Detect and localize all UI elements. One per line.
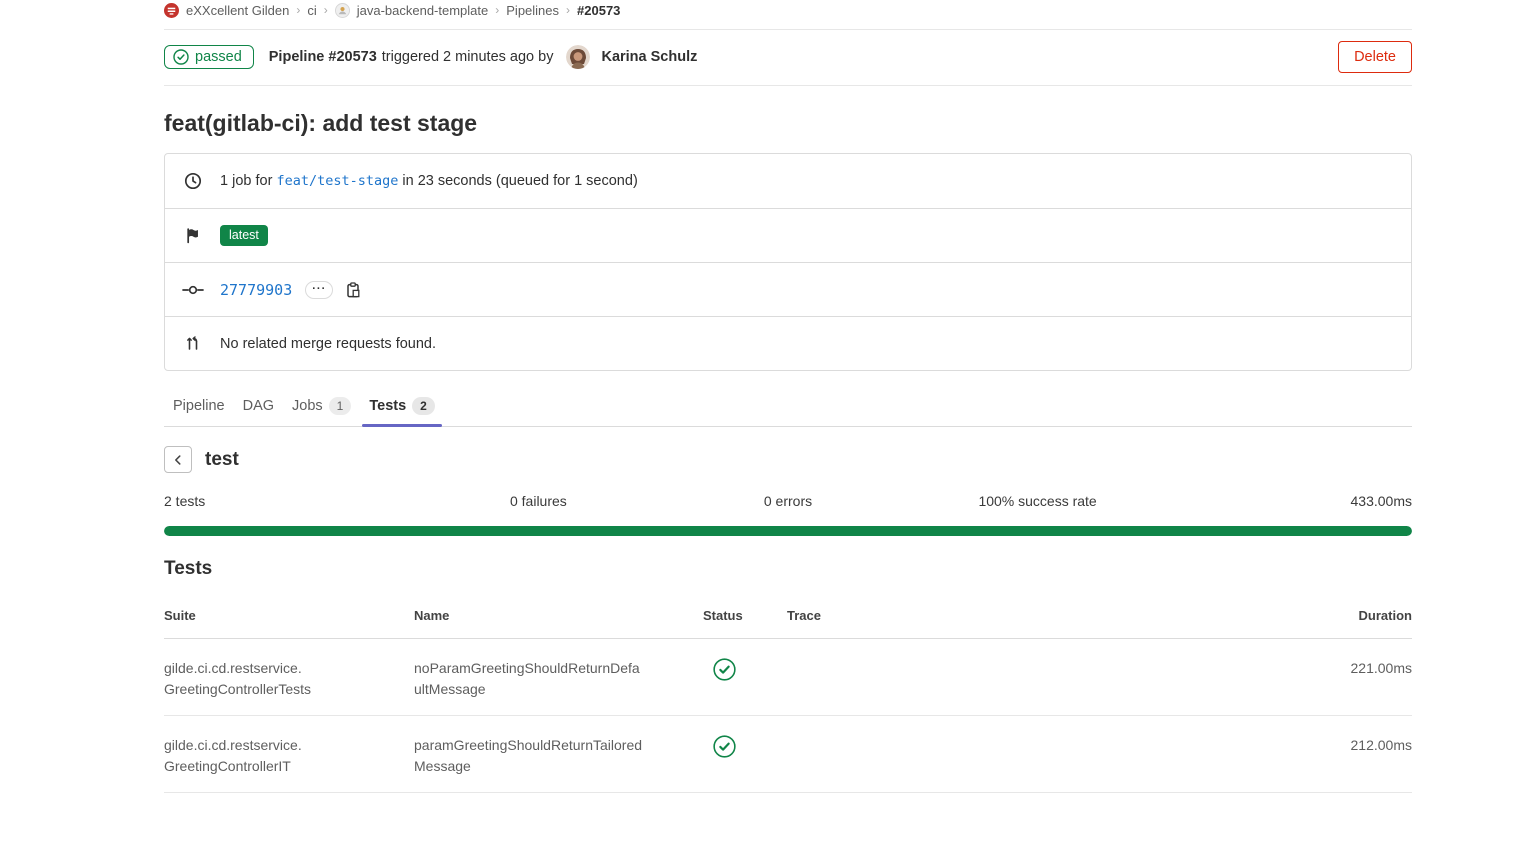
no-merge-requests-text: No related merge requests found. xyxy=(220,336,436,352)
breadcrumb-separator: › xyxy=(495,3,499,17)
group-avatar-icon xyxy=(164,3,179,18)
tests-table-header: Suite Name Status Trace Duration xyxy=(164,580,1412,639)
test-name-cell: paramGreetingShouldReturnTailored Messag… xyxy=(414,735,703,777)
copy-sha-icon[interactable] xyxy=(345,282,361,298)
latest-badge[interactable]: latest xyxy=(220,225,268,246)
tab-tests[interactable]: Tests 2 xyxy=(360,388,444,427)
page-title: feat(gitlab-ci): add test stage xyxy=(164,107,1412,139)
test-summary-stats: 2 tests 0 failures 0 errors 100% success… xyxy=(164,493,1412,509)
test-passed-icon xyxy=(713,735,736,758)
breadcrumb-group[interactable]: eXXcellent Gilden xyxy=(186,3,289,18)
tests-count-badge: 2 xyxy=(412,397,435,415)
flag-icon xyxy=(182,227,204,244)
test-trace-cell xyxy=(787,735,1292,777)
delete-button[interactable]: Delete xyxy=(1338,41,1412,73)
breadcrumb-separator: › xyxy=(566,3,570,17)
author-name[interactable]: Karina Schulz xyxy=(601,49,697,65)
test-suite-cell: gilde.ci.cd.restservice. GreetingControl… xyxy=(164,735,414,777)
tab-dag[interactable]: DAG xyxy=(234,388,283,427)
breadcrumb-pipelines[interactable]: Pipelines xyxy=(506,3,559,18)
tests-table: Suite Name Status Trace Duration gilde.c… xyxy=(164,580,1412,793)
column-name: Name xyxy=(414,608,703,623)
project-avatar-icon xyxy=(335,3,350,18)
breadcrumb-subgroup[interactable]: ci xyxy=(307,3,316,18)
success-progress-bar xyxy=(164,526,1412,536)
column-status: Status xyxy=(703,608,787,623)
job-count-text: 1 job for xyxy=(220,173,272,189)
test-status-cell xyxy=(703,735,787,777)
commit-row: 27779903 ··· xyxy=(165,262,1411,316)
test-name-cell: noParamGreetingShouldReturnDefa ultMessa… xyxy=(414,658,703,700)
pipeline-tabs: Pipeline DAG Jobs 1 Tests 2 xyxy=(164,388,1412,427)
stat-failures: 0 failures xyxy=(414,493,664,509)
chevron-left-icon xyxy=(171,453,185,467)
breadcrumb-separator: › xyxy=(324,3,328,17)
breadcrumb-separator: › xyxy=(296,3,300,17)
commit-sha-link[interactable]: 27779903 xyxy=(220,281,292,299)
merge-requests-row: No related merge requests found. xyxy=(165,316,1411,370)
check-circle-icon xyxy=(173,49,189,65)
clock-icon xyxy=(182,172,204,190)
author-avatar[interactable] xyxy=(566,45,590,69)
triggered-text: triggered 2 minutes ago by xyxy=(382,49,554,65)
test-passed-icon xyxy=(713,658,736,681)
column-duration: Duration xyxy=(1292,608,1412,623)
test-trace-cell xyxy=(787,658,1292,700)
tab-pipeline[interactable]: Pipeline xyxy=(164,388,234,427)
tests-section-heading: Tests xyxy=(164,558,1412,580)
breadcrumb: eXXcellent Gilden › ci › java-backend-te… xyxy=(164,0,1412,18)
test-suite-header: test xyxy=(164,446,1412,473)
breadcrumb-current: #20573 xyxy=(577,3,620,18)
pipeline-status-badge[interactable]: passed xyxy=(164,45,254,69)
suite-title: test xyxy=(205,449,239,471)
test-status-cell xyxy=(703,658,787,700)
table-row: gilde.ci.cd.restservice. GreetingControl… xyxy=(164,639,1412,716)
commit-icon xyxy=(182,284,204,296)
success-progress-fill xyxy=(164,526,1412,536)
stat-duration: 433.00ms xyxy=(1162,493,1412,509)
commit-message-expand-button[interactable]: ··· xyxy=(305,281,333,299)
ref-link[interactable]: feat/test-stage xyxy=(276,173,398,189)
back-button[interactable] xyxy=(164,446,192,473)
pipeline-status-bar: passed Pipeline #20573 triggered 2 minut… xyxy=(164,41,1412,86)
breadcrumb-divider xyxy=(164,29,1412,30)
jobs-count-badge: 1 xyxy=(329,397,352,415)
stat-errors: 0 errors xyxy=(663,493,913,509)
test-suite-cell: gilde.ci.cd.restservice. GreetingControl… xyxy=(164,658,414,700)
pipeline-status-label: passed xyxy=(195,49,242,65)
merge-request-icon xyxy=(182,335,204,352)
stat-success-rate: 100% success rate xyxy=(913,493,1163,509)
stat-tests: 2 tests xyxy=(164,493,414,509)
table-row: gilde.ci.cd.restservice. GreetingControl… xyxy=(164,716,1412,793)
job-summary-row: 1 job for feat/test-stage in 23 seconds … xyxy=(165,154,1411,208)
tab-jobs[interactable]: Jobs 1 xyxy=(283,388,360,427)
test-duration-cell: 221.00ms xyxy=(1292,658,1412,700)
test-duration-cell: 212.00ms xyxy=(1292,735,1412,777)
breadcrumb-project[interactable]: java-backend-template xyxy=(357,3,489,18)
pipeline-id: Pipeline #20573 xyxy=(269,49,377,65)
latest-row: latest xyxy=(165,208,1411,262)
column-suite: Suite xyxy=(164,608,414,623)
column-trace: Trace xyxy=(787,608,1292,623)
pipeline-summary-box: 1 job for feat/test-stage in 23 seconds … xyxy=(164,153,1412,371)
job-duration-text: in 23 seconds (queued for 1 second) xyxy=(402,173,637,189)
